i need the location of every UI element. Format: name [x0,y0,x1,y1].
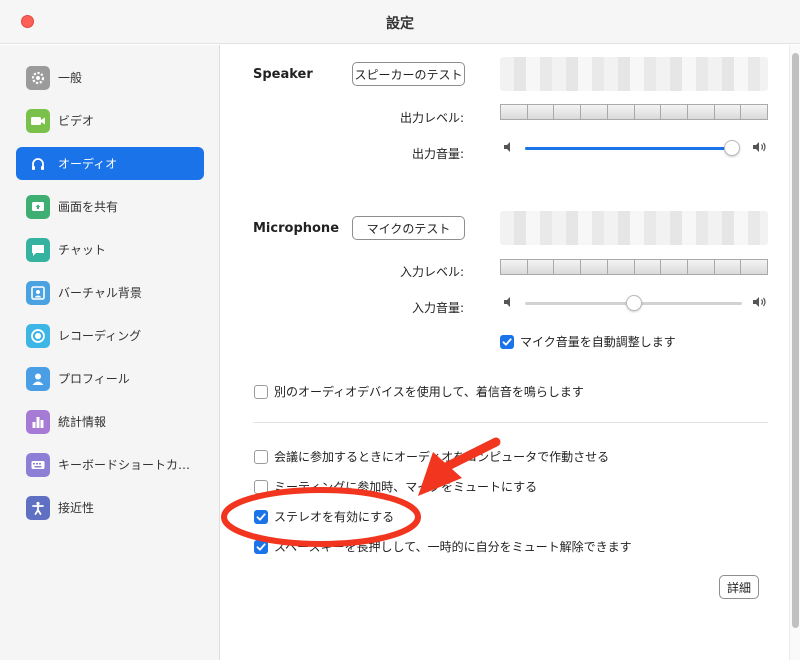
enable-stereo-checkbox[interactable]: ステレオを有効にする [254,508,394,525]
headphones-icon [26,152,50,176]
speaker-device-select[interactable] [500,57,768,91]
title-bar: 設定 [0,0,800,44]
separate-ringtone-device-label: 別のオーディオデバイスを使用して、着信音を鳴らします [274,385,584,399]
mute-mic-on-join-checkbox[interactable]: ミーティングに参加時、マイクをミュートにする [254,478,537,495]
sidebar-item-keyboard[interactable]: キーボードショートカ… [16,448,204,481]
checkbox[interactable] [500,334,514,349]
accessibility-icon [26,495,50,520]
sidebar-item-headphones[interactable]: オーディオ [16,147,204,180]
speaker-section-label: Speaker [253,67,313,82]
input-volume-slider-handle[interactable] [625,295,642,311]
gear-icon [26,65,50,90]
sidebar-item-virtual-background[interactable]: バーチャル背景 [16,276,204,309]
input-volume-label: 入力音量: [411,301,464,315]
enable-stereo-label: ステレオを有効にする [274,510,395,524]
space-to-unmute-checkbox[interactable]: スペースキーを長押しして、一時的に自分をミュート解除できます [254,538,632,555]
window-title: 設定 [386,16,414,32]
sidebar-item-chat-bubble[interactable]: チャット [16,233,204,266]
sidebar-item-label: 統計情報 [58,415,107,429]
section-divider [253,422,768,423]
advanced-settings-button[interactable]: 詳細 [719,575,759,599]
microphone-section-label: Microphone [253,221,340,236]
output-volume-slider[interactable] [525,147,738,150]
sidebar-item-label: レコーディング [58,329,142,343]
keyboard-icon [26,452,50,477]
microphone-device-select[interactable] [500,211,768,245]
checkmark-icon [256,512,266,521]
sidebar: 一般ビデオオーディオ画面を共有チャットバーチャル背景 レコーディング プロフィール統… [0,45,220,660]
volume-low-icon [504,297,510,307]
space-to-unmute-label: スペースキーを長押しして、一時的に自分をミュート解除できます [274,540,632,554]
sidebar-item-label: プロフィール [58,372,130,386]
share-screen-icon [26,194,50,219]
chat-bubble-icon [26,237,50,262]
sidebar-item-label: チャット [58,243,106,257]
sidebar-item-label: 画面を共有 [58,200,119,214]
test-microphone-button[interactable]: マイクのテスト [352,216,465,240]
sidebar-item-statistics[interactable]: 統計情報 [16,405,204,438]
sidebar-item-label: ビデオ [58,114,95,128]
output-level-meter [500,104,768,120]
volume-low-icon [504,142,510,152]
mute-mic-on-join-label: ミーティングに参加時、マイクをミュートにする [274,480,538,494]
checkbox[interactable] [254,384,268,399]
input-level-label: 入力レベル: [399,265,464,279]
join-computer-audio-checkbox[interactable]: 会議に参加するときにオーディオをコンピュータで作動させる [254,448,609,465]
audio-settings-panel: Speaker スピーカーのテスト 出力レベル: 出力音量: Microphon… [221,45,791,660]
video-camera-icon [26,108,50,133]
checkbox[interactable] [254,479,268,494]
vertical-scrollbar[interactable] [789,45,800,660]
sidebar-item-label: キーボードショートカ… [58,458,191,472]
checkbox[interactable] [254,509,268,524]
test-speaker-button[interactable]: スピーカーのテスト [352,62,465,86]
output-volume-label: 出力音量: [411,147,464,161]
auto-adjust-mic-volume-checkbox[interactable]: マイク音量を自動調整します [500,333,676,350]
volume-high-icon [753,142,766,152]
sidebar-item-accessibility[interactable]: 接近性 [16,491,204,524]
checkbox[interactable] [254,539,268,554]
sidebar-item-label: オーディオ [58,157,118,171]
output-level-label: 出力レベル: [399,111,464,125]
checkmark-icon [502,337,512,346]
profile-icon [26,366,50,391]
sidebar-item-label: バーチャル背景 [58,286,142,300]
sidebar-item-profile[interactable]: プロフィール [16,362,204,395]
checkmark-icon [256,542,266,551]
sidebar-item-share-screen[interactable]: 画面を共有 [16,190,204,223]
statistics-icon [26,409,50,434]
record-icon [26,323,50,348]
sidebar-item-gear[interactable]: 一般 [16,61,204,94]
scrollbar-thumb[interactable] [792,53,799,628]
virtual-background-icon [26,280,50,305]
sidebar-item-record[interactable]: レコーディング [16,319,204,352]
volume-high-icon [753,297,766,307]
input-level-meter [500,259,768,275]
auto-adjust-mic-volume-label: マイク音量を自動調整します [520,335,676,349]
output-volume-slider-handle[interactable] [723,140,740,156]
sidebar-item-video-camera[interactable]: ビデオ [16,104,204,137]
separate-ringtone-device-checkbox[interactable]: 別のオーディオデバイスを使用して、着信音を鳴らします [254,383,584,400]
checkbox[interactable] [254,449,268,464]
sidebar-item-label: 接近性 [58,501,95,515]
sidebar-item-label: 一般 [58,71,83,85]
join-computer-audio-label: 会議に参加するときにオーディオをコンピュータで作動させる [274,450,610,464]
